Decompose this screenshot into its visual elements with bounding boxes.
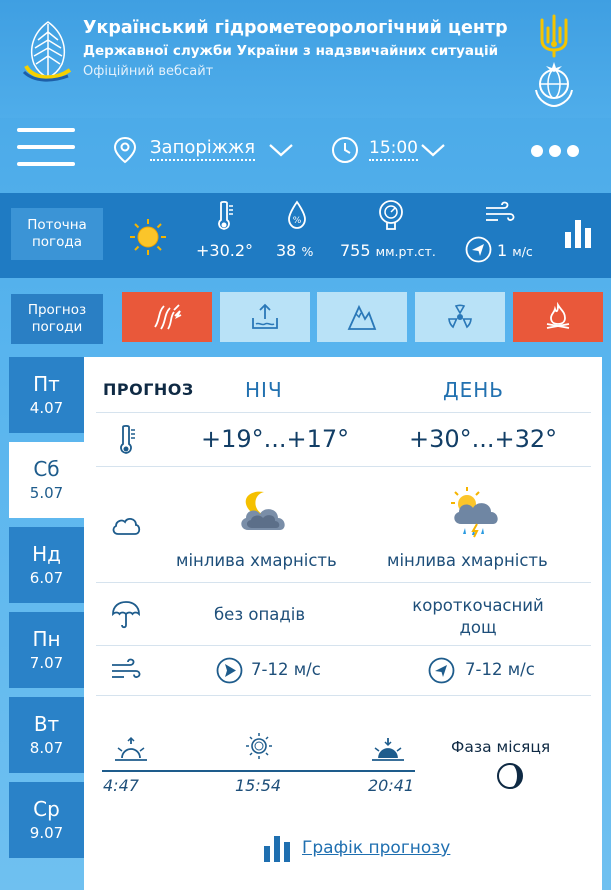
day-cloudiness: мінлива хмарність [387, 551, 548, 570]
night-wind-speed: 7-12 м/с [251, 660, 321, 679]
night-precipitation: без опадів [214, 605, 306, 624]
barometer-icon [379, 200, 403, 230]
location-pin-icon [113, 136, 137, 164]
day-rain-cloud-icon [451, 487, 498, 538]
radiation-icon [448, 304, 472, 329]
wmo-emblem-icon [535, 62, 573, 108]
forecast-heading: ПРОГНОЗ [103, 380, 194, 399]
sunrise-icon [115, 736, 147, 761]
wind-direction-icon [465, 236, 492, 263]
row-divider [96, 582, 591, 583]
day-wind-speed: 7-12 м/с [465, 660, 535, 679]
storm-icon [154, 304, 182, 330]
sunset-time: 20:41 [368, 776, 415, 795]
night-wind-direction-icon [216, 657, 243, 684]
current-wind: 1 м/с [497, 241, 533, 260]
radiation-forecast-button[interactable] [415, 292, 505, 342]
noon-sun-icon [246, 733, 272, 759]
forecast-chart-icon[interactable] [262, 834, 292, 862]
current-temperature: +30.2° [196, 241, 254, 260]
fire-forecast-button[interactable] [513, 292, 603, 342]
hamburger-menu-button[interactable] [17, 128, 75, 170]
day-tab-3[interactable]: Пн 7.07 [9, 612, 84, 688]
sunset-icon [372, 738, 404, 761]
day-tab-2[interactable]: Нд 6.07 [9, 527, 84, 603]
forecast-types-label: Прогноз погоди [11, 294, 103, 344]
ukrhydromet-logo-icon[interactable] [22, 20, 74, 82]
umbrella-icon [112, 601, 140, 629]
day-column-header: ДЕНЬ [443, 378, 505, 402]
row-divider [96, 695, 591, 696]
org-title: Український гідрометеорологічний центр [83, 18, 508, 38]
day-precipitation: короткочасний дощ [412, 596, 544, 637]
storm-forecast-button[interactable] [122, 292, 212, 342]
wind-icon [486, 201, 515, 221]
trident-icon [540, 14, 568, 58]
day-tab-0[interactable]: Пт 4.07 [9, 357, 84, 433]
night-temperature: +19°...+17° [201, 425, 350, 453]
moon-phase-label: Фаза місяця [451, 738, 551, 756]
current-weather-label: Поточна погода [11, 208, 103, 260]
row-divider [96, 466, 591, 467]
solar-noon-time: 15:54 [235, 776, 282, 795]
bar-chart-icon[interactable] [563, 218, 593, 248]
thermometer-icon [120, 424, 135, 454]
more-options-icon[interactable] [530, 144, 580, 158]
sun-icon [130, 219, 166, 255]
mountain-forecast-button[interactable] [317, 292, 407, 342]
day-temperature: +30°...+32° [409, 425, 558, 453]
chevron-down-icon[interactable] [420, 142, 446, 158]
current-humidity: 38 % [276, 241, 314, 260]
water-level-icon [252, 303, 278, 329]
day-wind-direction-icon [428, 657, 455, 684]
fire-icon [546, 302, 570, 329]
org-subtitle: Державної служби України з надзвичайних … [83, 43, 499, 59]
clock-icon [332, 137, 358, 163]
forecast-graph-link[interactable]: Графік прогнозу [302, 838, 450, 858]
sun-timeline [102, 770, 415, 772]
time-select[interactable]: 15:00 [369, 138, 418, 161]
water-level-button[interactable] [220, 292, 310, 342]
row-divider [96, 645, 591, 646]
city-select[interactable]: Запоріжжя [150, 137, 256, 161]
current-pressure: 755 мм.рт.ст. [340, 241, 436, 260]
night-partly-cloudy-icon [241, 491, 285, 530]
row-divider [96, 412, 591, 413]
official-site-label: Офіційний вебсайт [83, 64, 214, 79]
day-tab-5[interactable]: Ср 9.07 [9, 782, 84, 858]
day-tab-4[interactable]: Вт 8.07 [9, 697, 84, 773]
chevron-down-icon[interactable] [268, 142, 294, 158]
thermometer-icon [218, 200, 233, 230]
svg-text:%: % [293, 216, 302, 226]
night-column-header: НІЧ [245, 378, 283, 402]
humidity-icon: % [288, 200, 306, 229]
mountain-icon [347, 304, 377, 330]
day-tab-1[interactable]: Сб 5.07 [9, 442, 84, 518]
cloud-icon [112, 518, 141, 535]
moon-phase-icon [497, 763, 523, 789]
wind-icon [112, 658, 141, 678]
sunrise-time: 4:47 [103, 776, 139, 795]
night-cloudiness: мінлива хмарність [176, 551, 337, 570]
